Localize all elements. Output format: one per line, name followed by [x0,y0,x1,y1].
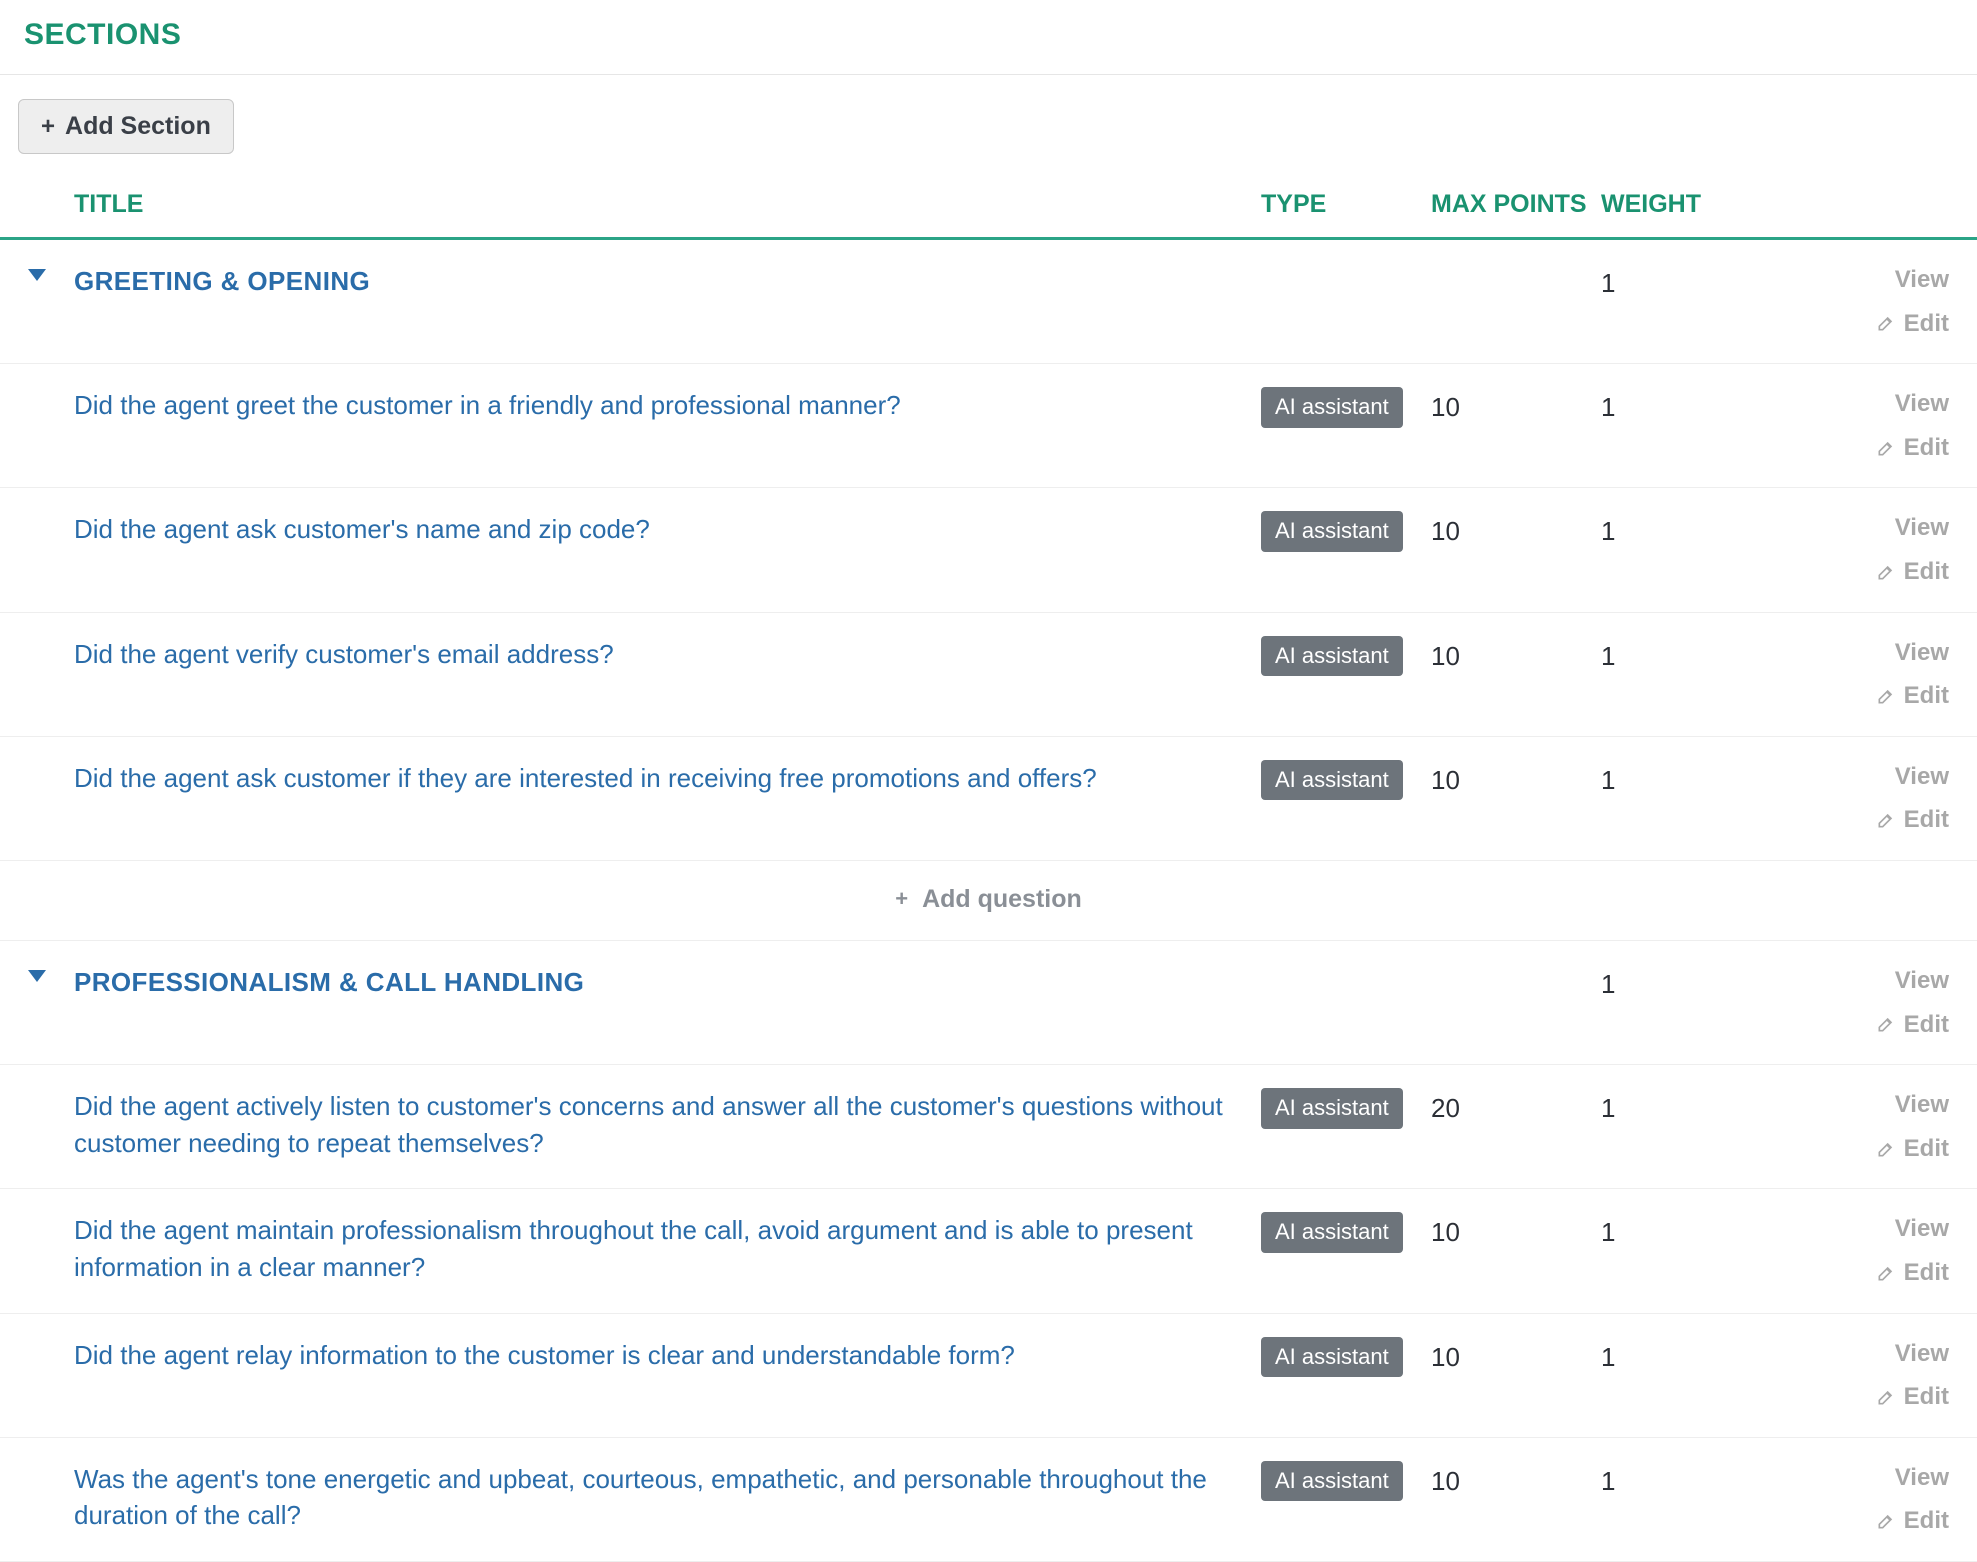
page-title: SECTIONS [0,0,1977,75]
table-header: TITLE TYPE MAX POINTS WEIGHT [0,172,1977,240]
question-title[interactable]: Did the agent ask customer if they are i… [74,760,1261,796]
ai-assistant-badge: AI assistant [1261,636,1403,677]
edit-link[interactable]: Edit [1876,1504,1949,1538]
view-link[interactable]: View [1895,1088,1949,1122]
edit-icon [1876,810,1896,830]
caret-down-icon[interactable] [28,269,46,281]
plus-icon: + [895,886,908,912]
question-row: Did the agent actively listen to custome… [0,1065,1977,1189]
column-header-type[interactable]: TYPE [1261,184,1431,225]
edit-link[interactable]: Edit [1876,1256,1949,1290]
edit-link[interactable]: Edit [1876,1380,1949,1414]
ai-assistant-badge: AI assistant [1261,1337,1403,1378]
question-title[interactable]: Was the agent's tone energetic and upbea… [74,1461,1261,1534]
ai-assistant-badge: AI assistant [1261,511,1403,552]
edit-link[interactable]: Edit [1876,1132,1949,1166]
section-row: PROFESSIONALISM & CALL HANDLING 1 View E… [0,941,1977,1065]
question-max-points: 10 [1431,387,1601,425]
question-title[interactable]: Did the agent maintain professionalism t… [74,1212,1261,1285]
edit-icon [1876,562,1896,582]
edit-icon [1876,1263,1896,1283]
question-max-points: 10 [1431,1212,1601,1250]
question-max-points: 20 [1431,1088,1601,1126]
question-row: Was the agent's tone energetic and upbea… [0,1438,1977,1562]
edit-icon [1876,1014,1896,1034]
add-section-button[interactable]: + Add Section [18,99,234,154]
ai-assistant-badge: AI assistant [1261,1461,1403,1502]
question-row: Did the agent maintain professionalism t… [0,1189,1977,1313]
edit-link[interactable]: Edit [1876,431,1949,465]
view-link[interactable]: View [1895,1212,1949,1246]
ai-assistant-badge: AI assistant [1261,760,1403,801]
question-max-points: 10 [1431,760,1601,798]
plus-icon: + [41,115,55,139]
question-row: Did the agent ask customer if they are i… [0,737,1977,861]
question-max-points: 10 [1431,511,1601,549]
question-row: Did the agent greet the customer in a fr… [0,364,1977,488]
ai-assistant-badge: AI assistant [1261,387,1403,428]
question-max-points: 10 [1431,1461,1601,1499]
edit-icon [1876,313,1896,333]
section-weight: 1 [1601,263,1771,301]
question-title[interactable]: Did the agent greet the customer in a fr… [74,387,1261,423]
question-row: Did the agent verify customer's email ad… [0,613,1977,737]
toolbar: + Add Section [0,75,1977,172]
view-link[interactable]: View [1895,511,1949,545]
section-title[interactable]: PROFESSIONALISM & CALL HANDLING [74,964,1261,1000]
question-row: Did the agent ask customer's name and zi… [0,488,1977,612]
edit-link[interactable]: Edit [1876,803,1949,837]
view-link[interactable]: View [1895,1337,1949,1371]
edit-link[interactable]: Edit [1876,555,1949,589]
question-weight: 1 [1601,760,1771,798]
view-link[interactable]: View [1895,760,1949,794]
section-weight: 1 [1601,964,1771,1002]
edit-link[interactable]: Edit [1876,1008,1949,1042]
view-link[interactable]: View [1895,1461,1949,1495]
ai-assistant-badge: AI assistant [1261,1088,1403,1129]
question-weight: 1 [1601,387,1771,425]
edit-icon [1876,1511,1896,1531]
edit-link[interactable]: Edit [1876,307,1949,341]
question-weight: 1 [1601,1088,1771,1126]
question-title[interactable]: Did the agent relay information to the c… [74,1337,1261,1373]
question-title[interactable]: Did the agent verify customer's email ad… [74,636,1261,672]
question-max-points: 10 [1431,1337,1601,1375]
add-question-label: Add question [922,885,1082,914]
question-weight: 1 [1601,1461,1771,1499]
view-link[interactable]: View [1895,964,1949,998]
add-question-button[interactable]: + Add question [0,861,1977,941]
question-title[interactable]: Did the agent ask customer's name and zi… [74,511,1261,547]
column-header-title[interactable]: TITLE [74,184,1261,225]
edit-icon [1876,1387,1896,1407]
view-link[interactable]: View [1895,263,1949,297]
column-header-weight[interactable]: WEIGHT [1601,184,1771,225]
section-row: GREETING & OPENING 1 View Edit [0,240,1977,364]
edit-icon [1876,1139,1896,1159]
edit-icon [1876,438,1896,458]
section-title[interactable]: GREETING & OPENING [74,263,1261,299]
ai-assistant-badge: AI assistant [1261,1212,1403,1253]
sections-table: TITLE TYPE MAX POINTS WEIGHT GREETING & … [0,172,1977,1562]
question-max-points: 10 [1431,636,1601,674]
question-weight: 1 [1601,1212,1771,1250]
question-weight: 1 [1601,511,1771,549]
caret-down-icon[interactable] [28,970,46,982]
edit-link[interactable]: Edit [1876,679,1949,713]
edit-icon [1876,686,1896,706]
question-title[interactable]: Did the agent actively listen to custome… [74,1088,1261,1161]
question-weight: 1 [1601,636,1771,674]
view-link[interactable]: View [1895,636,1949,670]
add-section-label: Add Section [65,112,211,141]
column-header-max-points[interactable]: MAX POINTS [1431,184,1601,225]
question-row: Did the agent relay information to the c… [0,1314,1977,1438]
question-weight: 1 [1601,1337,1771,1375]
view-link[interactable]: View [1895,387,1949,421]
